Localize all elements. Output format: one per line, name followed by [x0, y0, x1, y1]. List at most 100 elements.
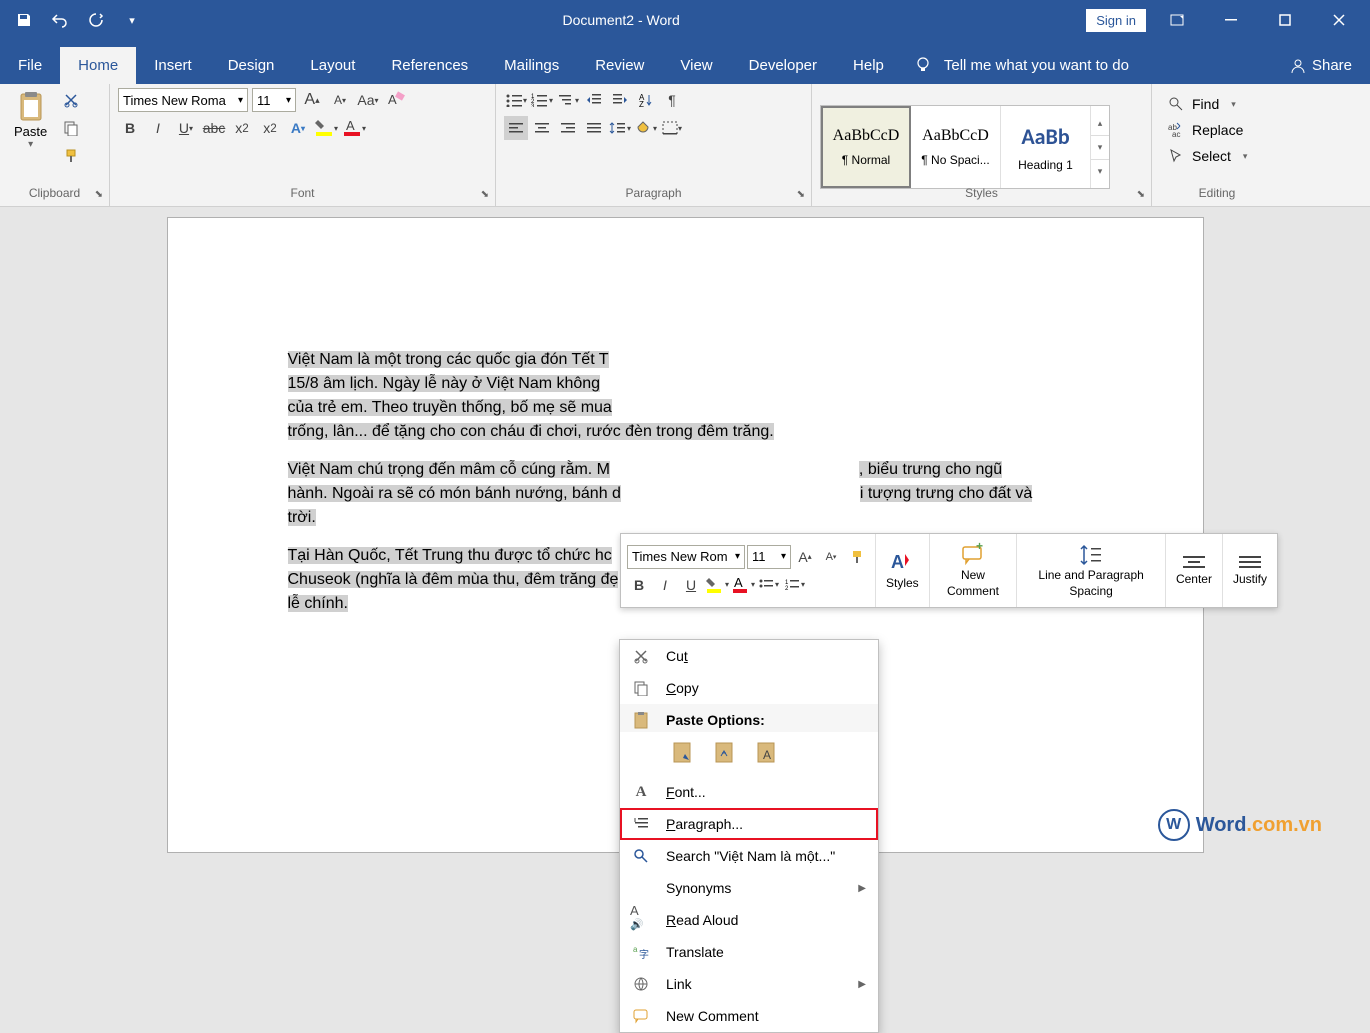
- multilevel-button[interactable]: ▾: [556, 88, 580, 112]
- style-no-spacing[interactable]: AaBbCcD ¶ No Spaci...: [911, 106, 1001, 188]
- mini-center[interactable]: Center: [1165, 534, 1222, 607]
- mini-size-combo[interactable]: 11▾: [747, 545, 791, 569]
- text-effects-button[interactable]: A▾: [286, 116, 310, 140]
- decrease-indent-button[interactable]: [582, 88, 606, 112]
- bold-button[interactable]: B: [118, 116, 142, 140]
- ctx-font[interactable]: A Font...: [620, 776, 878, 808]
- format-painter-button[interactable]: [59, 144, 83, 168]
- tell-me-field[interactable]: Tell me what you want to do: [902, 56, 1141, 84]
- tab-view[interactable]: View: [662, 47, 730, 84]
- styles-launcher[interactable]: ⬊: [1137, 189, 1145, 200]
- mini-grow-font[interactable]: A▴: [793, 545, 817, 569]
- ctx-search[interactable]: Search "Việt Nam là một...": [620, 840, 878, 872]
- save-button[interactable]: [8, 4, 40, 36]
- sort-button[interactable]: AZ: [634, 88, 658, 112]
- show-marks-button[interactable]: ¶: [660, 88, 684, 112]
- tab-references[interactable]: References: [373, 47, 486, 84]
- tab-developer[interactable]: Developer: [731, 47, 835, 84]
- tab-design[interactable]: Design: [210, 47, 293, 84]
- tab-home[interactable]: Home: [60, 47, 136, 84]
- underline-button[interactable]: U▾: [174, 116, 198, 140]
- justify-button[interactable]: [582, 116, 606, 140]
- line-spacing-button[interactable]: ▾: [608, 116, 632, 140]
- subscript-button[interactable]: x2: [230, 116, 254, 140]
- ctx-paragraph[interactable]: Paragraph...: [620, 808, 878, 840]
- select-button[interactable]: Select▾: [1160, 144, 1274, 168]
- mini-bullets[interactable]: ▾: [757, 573, 781, 597]
- redo-button[interactable]: [80, 4, 112, 36]
- font-size-combo[interactable]: 11▾: [252, 88, 296, 112]
- ctx-cut[interactable]: Cut: [620, 640, 878, 672]
- tab-file[interactable]: File: [0, 47, 60, 84]
- clear-format-button[interactable]: A: [384, 88, 408, 112]
- tab-help[interactable]: Help: [835, 47, 902, 84]
- strike-button[interactable]: abc: [202, 116, 226, 140]
- mini-italic[interactable]: I: [653, 573, 677, 597]
- mini-format-painter[interactable]: [845, 545, 869, 569]
- mini-font-combo[interactable]: Times New Rom▾: [627, 545, 745, 569]
- qat-more-button[interactable]: ▾: [116, 4, 148, 36]
- tab-mailings[interactable]: Mailings: [486, 47, 577, 84]
- close-button[interactable]: [1316, 4, 1362, 36]
- clipboard-launcher[interactable]: ⬊: [95, 189, 103, 200]
- font-color-button[interactable]: A▾: [342, 116, 366, 140]
- ctx-read-aloud[interactable]: A🔊 Read Aloud: [620, 904, 878, 936]
- mini-numbering[interactable]: 12▾: [783, 573, 807, 597]
- sign-in-button[interactable]: Sign in: [1086, 9, 1146, 32]
- undo-button[interactable]: [44, 4, 76, 36]
- replace-button[interactable]: abacReplace: [1160, 118, 1274, 142]
- replace-icon: abac: [1168, 122, 1184, 138]
- find-button[interactable]: Find▾: [1160, 92, 1274, 116]
- change-case-button[interactable]: Aa▾: [356, 88, 380, 112]
- font-launcher[interactable]: ⬊: [481, 189, 489, 200]
- tab-insert[interactable]: Insert: [136, 47, 210, 84]
- paste-button[interactable]: Paste ▾: [8, 88, 53, 152]
- mini-highlight[interactable]: ▾: [705, 573, 729, 597]
- maximize-button[interactable]: [1262, 4, 1308, 36]
- gallery-scroll[interactable]: ▴ ▾ ▾: [1091, 106, 1109, 188]
- clipboard-group: Paste ▾ Clipboard ⬊: [0, 84, 110, 206]
- shrink-font-button[interactable]: A▾: [328, 88, 352, 112]
- style-heading1[interactable]: AaBb Heading 1: [1001, 106, 1091, 188]
- copy-button[interactable]: [59, 116, 83, 140]
- numbering-button[interactable]: 123▾: [530, 88, 554, 112]
- highlight-button[interactable]: ▾: [314, 116, 338, 140]
- ctx-translate[interactable]: a字 Translate: [620, 936, 878, 968]
- mini-bold[interactable]: B: [627, 573, 651, 597]
- grow-font-button[interactable]: A▴: [300, 88, 324, 112]
- tab-layout[interactable]: Layout: [292, 47, 373, 84]
- italic-button[interactable]: I: [146, 116, 170, 140]
- mini-new-comment[interactable]: + New Comment: [929, 534, 1017, 607]
- align-left-button[interactable]: [504, 116, 528, 140]
- mini-shrink-font[interactable]: A▾: [819, 545, 843, 569]
- borders-button[interactable]: ▾: [660, 116, 684, 140]
- minimize-button[interactable]: [1208, 4, 1254, 36]
- shading-button[interactable]: ▾: [634, 116, 658, 140]
- increase-indent-button[interactable]: [608, 88, 632, 112]
- bullets-button[interactable]: ▾: [504, 88, 528, 112]
- align-center-button[interactable]: [530, 116, 554, 140]
- styles-gallery[interactable]: AaBbCcD ¶ Normal AaBbCcD ¶ No Spaci... A…: [820, 105, 1110, 189]
- paste-merge[interactable]: [708, 736, 740, 768]
- paste-text-only[interactable]: A: [750, 736, 782, 768]
- ctx-copy[interactable]: Copy: [620, 672, 878, 704]
- mini-styles[interactable]: A Styles: [875, 534, 929, 607]
- superscript-button[interactable]: x2: [258, 116, 282, 140]
- mini-font-color[interactable]: A▾: [731, 573, 755, 597]
- share-button[interactable]: Share: [1272, 57, 1370, 84]
- ribbon-display-button[interactable]: [1154, 4, 1200, 36]
- ctx-new-comment[interactable]: New Comment: [620, 1000, 878, 1032]
- ctx-synonyms[interactable]: Synonyms ▶: [620, 872, 878, 904]
- paragraph-launcher[interactable]: ⬊: [797, 189, 805, 200]
- mini-spacing[interactable]: Line and Paragraph Spacing: [1016, 534, 1165, 607]
- mini-underline[interactable]: U: [679, 573, 703, 597]
- style-normal[interactable]: AaBbCcD ¶ Normal: [821, 106, 911, 188]
- tab-review[interactable]: Review: [577, 47, 662, 84]
- mini-justify[interactable]: Justify: [1222, 534, 1277, 607]
- paragraph-icon: [630, 814, 652, 834]
- font-combo[interactable]: Times New Roma▾: [118, 88, 248, 112]
- align-right-button[interactable]: [556, 116, 580, 140]
- paste-keep-source[interactable]: [666, 736, 698, 768]
- cut-button[interactable]: [59, 88, 83, 112]
- ctx-link[interactable]: Link ▶: [620, 968, 878, 1000]
